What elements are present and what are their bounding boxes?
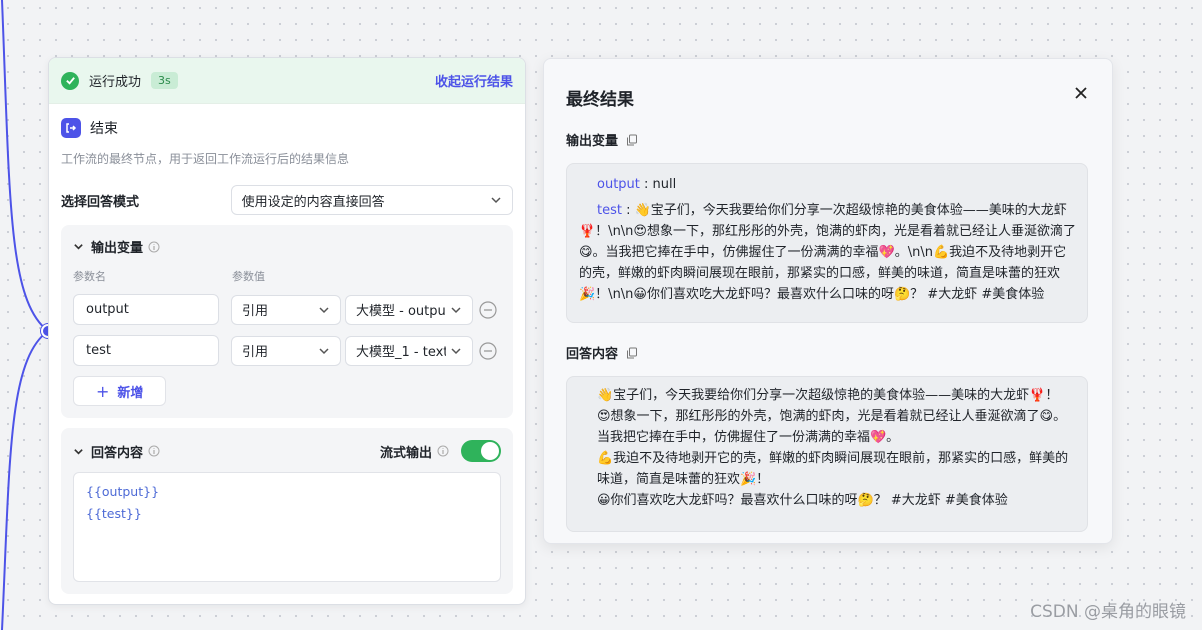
variable-name-input[interactable]: output [73,294,219,325]
output-variables-section: 输出变量 参数名 参数值 output 引用 大模型 - output test… [61,225,513,418]
copy-icon[interactable] [626,347,638,359]
run-status-text: 运行成功 [89,75,142,90]
output-vars-box: output : null test : 👋宝子们，今天我要给你们分享一次超级惊… [566,163,1088,323]
answer-heading: 回答内容 [566,347,619,362]
answer-box: 👋宝子们，今天我要给你们分享一次超级惊艳的美食体验——美味的大龙虾🦞！ 😍想象一… [566,376,1088,532]
copy-icon[interactable] [626,134,638,146]
plus-icon: + [96,381,110,401]
variable-type-value: 引用 [242,304,269,319]
output-var-entry: output : null [597,177,677,192]
column-header-value: 参数值 [232,270,265,283]
test-var-entry: test : 👋宝子们，今天我要给你们分享一次超级惊艳的美食体验——美味的大龙虾… [579,203,1076,302]
check-circle-icon [61,71,79,90]
collapse-chevron-icon[interactable] [73,446,84,457]
end-node-icon [61,118,81,138]
answer-mode-value: 使用设定的内容直接回答 [241,194,385,210]
variable-type-select[interactable]: 引用 [231,294,341,325]
test-key: test [597,203,622,218]
panel-title: 最终结果 [566,90,634,110]
close-icon[interactable] [1074,86,1088,100]
answer-content-section: 回答内容 流式输出 {{output}} {{test}} [61,428,513,594]
output-key: output [597,177,640,192]
answer-paragraph: 👋宝子们，今天我要给你们分享一次超级惊艳的美食体验——美味的大龙虾🦞！ [597,388,1059,403]
collapse-chevron-icon[interactable] [73,241,84,252]
chevron-down-icon [319,347,329,354]
variable-value-text: 大模型_1 - text [356,345,446,360]
editor-line: {{test}} [86,506,142,521]
run-duration-badge: 3s [151,72,178,89]
stream-output-toggle[interactable] [461,440,501,462]
chevron-down-icon [491,197,501,204]
output-vars-heading: 输出变量 [566,134,619,149]
editor-line: {{output}} [86,484,160,499]
variable-type-select[interactable]: 引用 [231,335,341,366]
variable-row: output 引用 大模型 - output [73,294,501,325]
variable-value-text: 大模型 - output [356,304,446,319]
remove-variable-icon[interactable] [479,341,497,360]
stream-output-label: 流式输出 [379,445,432,461]
final-result-panel: 最终结果 输出变量 output : null test : 👋宝子们，今天我要… [543,58,1113,544]
answer-content-editor[interactable]: {{output}} {{test}} [73,472,501,582]
info-icon[interactable] [148,445,160,457]
node-description: 工作流的最终节点，用于返回工作流运行后的结果信息 [61,152,350,166]
end-node-card[interactable]: 运行成功 3s 收起运行结果 结束 工作流的最终节点，用于返回工作流运行后的结果… [48,57,526,605]
variable-type-value: 引用 [242,345,269,360]
test-value: 👋宝子们，今天我要给你们分享一次超级惊艳的美食体验——美味的大龙虾🦞！\n\n😍… [579,203,1076,302]
answer-paragraph: 😍想象一下，那红彤彤的外壳，饱满的虾肉，光是看着就已经让人垂涎欲滴了😋。当我把它… [597,409,1067,445]
answer-paragraph: 💪我迫不及待地剥开它的壳，鲜嫩的虾肉瞬间展现在眼前，那紧实的口感，鲜美的味道，简… [597,451,1069,487]
variable-name-input[interactable]: test [73,335,219,366]
chevron-down-icon [451,347,461,354]
collapse-run-result-link[interactable]: 收起运行结果 [435,71,513,90]
watermark: CSDN @桌角的眼镜 [1030,602,1186,622]
variable-value-select[interactable]: 大模型_1 - text [345,335,473,366]
chevron-down-icon [319,306,329,313]
column-header-name: 参数名 [73,270,106,283]
chevron-down-icon [451,306,461,313]
add-variable-label: 新增 [117,385,144,401]
answer-paragraph: 😀你们喜欢吃大龙虾吗？最喜欢什么口味的呀🤔？ #大龙虾 #美食体验 [597,493,1008,508]
variable-value-select[interactable]: 大模型 - output [345,294,473,325]
add-variable-button[interactable]: + 新增 [73,376,167,406]
variable-row: test 引用 大模型_1 - text [73,335,501,366]
answer-mode-select[interactable]: 使用设定的内容直接回答 [230,185,513,215]
info-icon[interactable] [148,241,160,253]
output-value: null [652,177,677,192]
answer-mode-label: 选择回答模式 [61,194,140,210]
run-status-bar: 运行成功 3s 收起运行结果 [49,58,525,104]
info-icon[interactable] [437,445,449,457]
remove-variable-icon[interactable] [479,300,497,319]
node-title: 结束 [90,121,118,137]
answer-content-title: 回答内容 [91,445,144,461]
output-variables-title: 输出变量 [91,241,144,256]
